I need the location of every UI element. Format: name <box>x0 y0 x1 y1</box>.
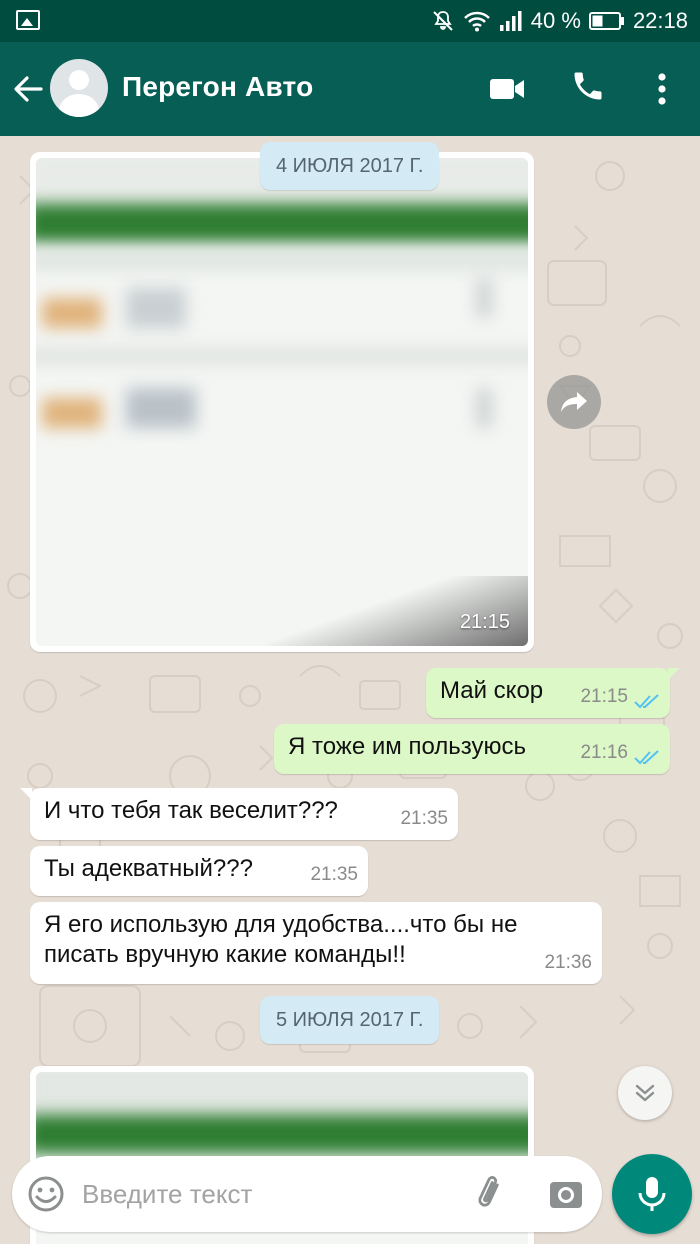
contact-name[interactable]: Перегон Авто <box>122 71 313 103</box>
incoming-message[interactable]: Я его использую для удобства....что бы н… <box>30 902 602 984</box>
forward-icon <box>561 392 587 412</box>
more-options-button[interactable] <box>645 68 679 110</box>
camera-icon <box>550 1182 582 1208</box>
read-ticks-icon <box>634 750 659 765</box>
status-bar: 40 % 22:18 <box>0 0 700 42</box>
wifi-icon <box>463 11 490 32</box>
outgoing-message[interactable]: Я тоже им пользуюсь 21:16 <box>274 724 670 774</box>
attach-button[interactable] <box>470 1174 510 1214</box>
incoming-message[interactable]: Ты адекватный??? 21:35 <box>30 846 368 896</box>
emoji-button[interactable] <box>26 1174 66 1214</box>
image-thumbnail[interactable]: 21:15 <box>36 158 528 646</box>
chat-header: Перегон Авто <box>0 42 700 136</box>
message-time: 21:35 <box>310 864 358 885</box>
blur-band <box>36 1072 528 1112</box>
blur-band <box>476 278 492 318</box>
mic-icon <box>638 1177 666 1211</box>
emoji-icon <box>28 1176 64 1212</box>
blur-band <box>42 398 102 428</box>
blur-band <box>476 388 492 428</box>
double-chevron-down-icon <box>635 1084 655 1102</box>
message-time: 21:35 <box>400 808 448 829</box>
message-text-line2: писать вручную какие команды!! <box>44 941 406 968</box>
status-indicators: 40 % 22:18 <box>431 8 688 34</box>
scroll-to-bottom-button[interactable] <box>618 1066 672 1120</box>
message-text: И что тебя так веселит??? <box>44 797 338 824</box>
blur-band <box>126 288 186 328</box>
date-divider: 5 ИЮЛЯ 2017 Г. <box>260 996 440 1044</box>
phone-icon <box>574 72 602 100</box>
chat-area[interactable]: 21:15 4 ИЮЛЯ 2017 Г. Май скор 21:15 Я то… <box>0 136 700 1244</box>
gallery-icon <box>16 10 40 30</box>
message-time: 21:15 <box>459 611 510 633</box>
voice-record-button[interactable] <box>612 1154 692 1234</box>
date-divider: 4 ИЮЛЯ 2017 Г. <box>260 142 440 190</box>
incoming-message[interactable]: И что тебя так веселит??? 21:35 <box>20 788 458 840</box>
camera-button[interactable] <box>546 1174 586 1214</box>
back-button[interactable] <box>8 69 48 109</box>
message-time: 21:36 <box>544 952 592 973</box>
voice-call-button[interactable] <box>570 68 612 110</box>
clock: 22:18 <box>632 8 688 33</box>
avatar-body <box>59 94 99 117</box>
back-arrow-icon <box>14 76 43 102</box>
message-text-line1: Я его использую для удобства....что бы н… <box>44 911 518 938</box>
blur-band <box>36 203 528 243</box>
read-ticks-icon <box>634 694 659 709</box>
message-input[interactable] <box>82 1176 462 1212</box>
battery-percent: 40 % <box>530 8 581 33</box>
video-call-icon <box>490 79 524 99</box>
attach-icon <box>478 1176 499 1207</box>
message-time: 21:16 <box>580 742 628 763</box>
blur-band <box>126 388 196 428</box>
more-vert-icon <box>658 73 666 105</box>
blur-band <box>36 250 528 270</box>
message-time: 21:15 <box>580 686 628 707</box>
message-text: Май скор <box>440 677 544 704</box>
avatar-head <box>69 70 89 90</box>
image-message[interactable]: 21:15 <box>30 152 534 652</box>
message-text: Ты адекватный??? <box>44 855 253 882</box>
message-composer <box>12 1156 602 1232</box>
blur-band <box>42 298 102 328</box>
mute-icon <box>433 11 453 31</box>
signal-icon <box>499 11 522 31</box>
message-text: Я тоже им пользуюсь <box>288 733 527 760</box>
battery-icon <box>588 12 624 30</box>
outgoing-message[interactable]: Май скор 21:15 <box>426 668 680 718</box>
forward-button[interactable] <box>547 375 601 429</box>
blur-band <box>36 348 528 364</box>
blur-band <box>36 1114 528 1154</box>
avatar[interactable] <box>50 59 108 117</box>
video-call-button[interactable] <box>488 72 530 106</box>
